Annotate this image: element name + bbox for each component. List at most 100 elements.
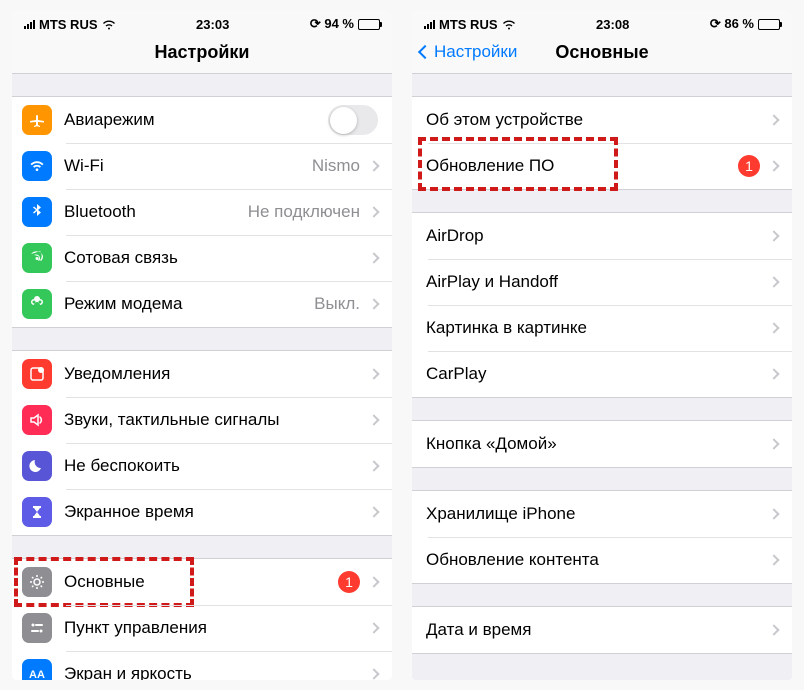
- row-airdrop[interactable]: AirDrop: [412, 213, 792, 259]
- airplane-switch[interactable]: [328, 105, 378, 135]
- chevron-right-icon: [368, 460, 379, 471]
- row-display[interactable]: AA Экран и яркость: [12, 651, 392, 680]
- row-label: Обновление ПО: [426, 156, 730, 176]
- screentime-icon: [22, 497, 52, 527]
- row-label: Экранное время: [64, 502, 360, 522]
- group-datetime: Дата и время: [412, 606, 792, 654]
- row-label: Режим модема: [64, 294, 306, 314]
- page-title: Настройки: [24, 42, 380, 63]
- wifi-icon: [502, 19, 516, 30]
- back-button[interactable]: Настройки: [420, 42, 517, 62]
- row-value: Nismo: [312, 156, 360, 176]
- chevron-right-icon: [368, 298, 379, 309]
- row-homebutton[interactable]: Кнопка «Домой»: [412, 421, 792, 467]
- chevron-right-icon: [368, 160, 379, 171]
- airplane-icon: [22, 105, 52, 135]
- wifi-icon: [22, 151, 52, 181]
- row-carplay[interactable]: CarPlay: [412, 351, 792, 397]
- navbar: Настройки Основные: [412, 34, 792, 74]
- group-storage: Хранилище iPhone Обновление контента: [412, 490, 792, 584]
- row-label: Экран и яркость: [64, 664, 360, 680]
- badge-count: 1: [338, 571, 360, 593]
- sounds-icon: [22, 405, 52, 435]
- clock: 23:08: [596, 17, 629, 32]
- row-label: Об этом устройстве: [426, 110, 760, 130]
- chevron-right-icon: [768, 276, 779, 287]
- row-label: Хранилище iPhone: [426, 504, 760, 524]
- phone-settings-root: MTS RUS 23:03 ⟳ 94 % Настройки Авиарежим…: [12, 10, 392, 680]
- navbar: Настройки: [12, 34, 392, 74]
- row-dnd[interactable]: Не беспокоить: [12, 443, 392, 489]
- row-pip[interactable]: Картинка в картинке: [412, 305, 792, 351]
- row-value: Выкл.: [314, 294, 360, 314]
- chevron-right-icon: [368, 506, 379, 517]
- display-icon: AA: [22, 659, 52, 680]
- chevron-right-icon: [768, 230, 779, 241]
- chevron-right-icon: [768, 114, 779, 125]
- row-label: Сотовая связь: [64, 248, 360, 268]
- chevron-right-icon: [768, 160, 779, 171]
- battery-icon: [758, 19, 780, 30]
- carrier-label: MTS RUS: [439, 17, 498, 32]
- row-label: Кнопка «Домой»: [426, 434, 760, 454]
- chevron-right-icon: [768, 624, 779, 635]
- row-label: Звуки, тактильные сигналы: [64, 410, 360, 430]
- row-datetime[interactable]: Дата и время: [412, 607, 792, 653]
- row-airplane[interactable]: Авиарежим: [12, 97, 392, 143]
- phone-general: MTS RUS 23:08 ⟳ 86 % Настройки Основные …: [412, 10, 792, 680]
- chevron-right-icon: [368, 622, 379, 633]
- row-label: CarPlay: [426, 364, 760, 384]
- chevron-left-icon: [418, 45, 432, 59]
- row-label: Картинка в картинке: [426, 318, 760, 338]
- chevron-right-icon: [768, 368, 779, 379]
- signal-icon: [424, 19, 435, 29]
- group-airdrop: AirDrop AirPlay и Handoff Картинка в кар…: [412, 212, 792, 398]
- hotspot-icon: [22, 289, 52, 319]
- row-wifi[interactable]: Wi-Fi Nismo: [12, 143, 392, 189]
- row-label: Обновление контента: [426, 550, 760, 570]
- notifications-icon: [22, 359, 52, 389]
- row-about[interactable]: Об этом устройстве: [412, 97, 792, 143]
- row-label: Пункт управления: [64, 618, 360, 638]
- row-control-center[interactable]: Пункт управления: [12, 605, 392, 651]
- row-software-update[interactable]: Обновление ПО 1: [412, 143, 792, 189]
- cellular-icon: [22, 243, 52, 273]
- group-homebutton: Кнопка «Домой»: [412, 420, 792, 468]
- row-content-refresh[interactable]: Обновление контента: [412, 537, 792, 583]
- chevron-right-icon: [768, 508, 779, 519]
- dnd-moon-icon: [22, 451, 52, 481]
- badge-count: 1: [738, 155, 760, 177]
- bluetooth-icon: [22, 197, 52, 227]
- row-label: Уведомления: [64, 364, 360, 384]
- row-label: Wi-Fi: [64, 156, 304, 176]
- battery-icon: [358, 19, 380, 30]
- row-sounds[interactable]: Звуки, тактильные сигналы: [12, 397, 392, 443]
- signal-icon: [24, 19, 35, 29]
- chevron-right-icon: [768, 438, 779, 449]
- chevron-right-icon: [768, 554, 779, 565]
- gear-icon: [22, 567, 52, 597]
- group-notifications: Уведомления Звуки, тактильные сигналы Не…: [12, 350, 392, 536]
- chevron-right-icon: [368, 668, 379, 679]
- row-cellular[interactable]: Сотовая связь: [12, 235, 392, 281]
- row-hotspot[interactable]: Режим модема Выкл.: [12, 281, 392, 327]
- row-airplay[interactable]: AirPlay и Handoff: [412, 259, 792, 305]
- status-bar: MTS RUS 23:03 ⟳ 94 %: [12, 10, 392, 34]
- battery-percent: ⟳ 86 %: [710, 16, 754, 32]
- row-general[interactable]: Основные 1: [12, 559, 392, 605]
- chevron-right-icon: [368, 368, 379, 379]
- row-label: AirPlay и Handoff: [426, 272, 760, 292]
- clock: 23:03: [196, 17, 229, 32]
- row-screentime[interactable]: Экранное время: [12, 489, 392, 535]
- row-label: Основные: [64, 572, 330, 592]
- row-label: Не беспокоить: [64, 456, 360, 476]
- row-bluetooth[interactable]: Bluetooth Не подключен: [12, 189, 392, 235]
- carrier-label: MTS RUS: [39, 17, 98, 32]
- chevron-right-icon: [768, 322, 779, 333]
- row-storage[interactable]: Хранилище iPhone: [412, 491, 792, 537]
- chevron-right-icon: [368, 252, 379, 263]
- battery-percent: ⟳ 94 %: [310, 16, 354, 32]
- row-notifications[interactable]: Уведомления: [12, 351, 392, 397]
- wifi-icon: [102, 19, 116, 30]
- back-label: Настройки: [434, 42, 517, 62]
